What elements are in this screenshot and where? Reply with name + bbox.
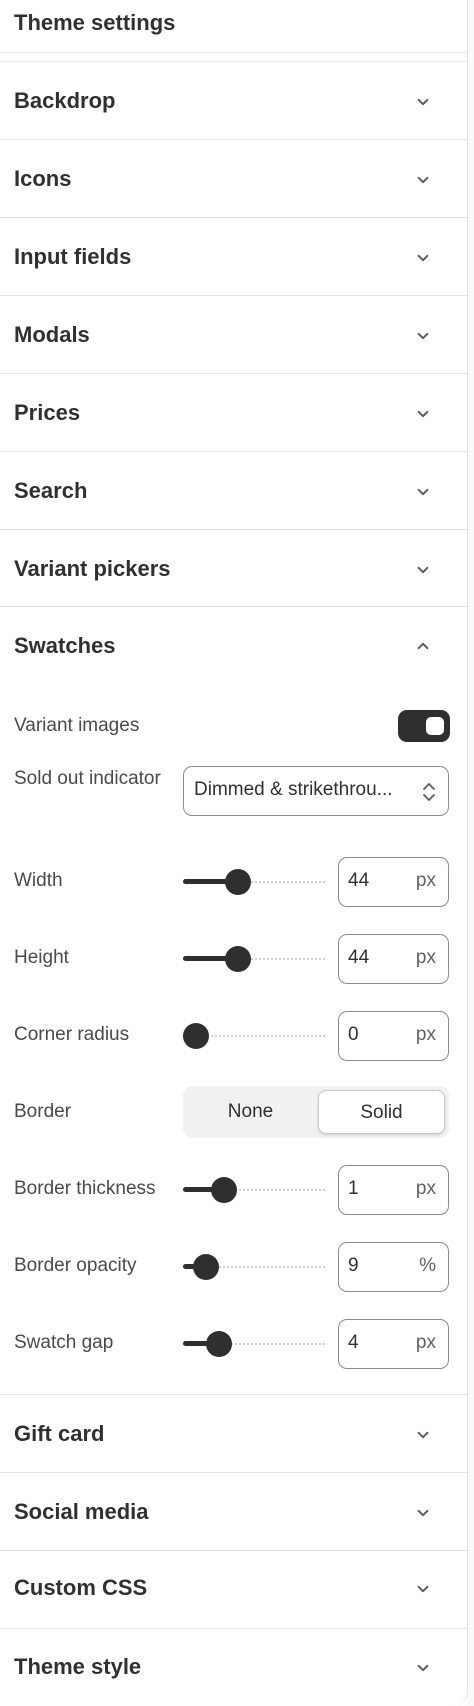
theme-settings-panel: Theme settings Backdrop Icons Input fiel… xyxy=(0,0,468,1706)
border-opacity-slider[interactable] xyxy=(183,1252,325,1282)
section-icons[interactable]: Icons xyxy=(0,140,467,218)
section-prices[interactable]: Prices xyxy=(0,374,467,452)
chevron-down-icon xyxy=(412,247,434,269)
slider-thumb[interactable] xyxy=(224,946,251,972)
chevron-down-icon xyxy=(412,1657,434,1679)
section-gift-card[interactable]: Gift card xyxy=(0,1395,467,1473)
swatch-gap-input[interactable]: 4 px xyxy=(338,1319,449,1369)
section-title: Swatches xyxy=(14,633,116,658)
border-opacity-label: Border opacity xyxy=(14,1255,137,1276)
chevron-down-icon xyxy=(412,1578,434,1600)
section-variant-pickers[interactable]: Variant pickers xyxy=(0,530,467,607)
corner-radius-label: Corner radius xyxy=(14,1024,130,1045)
height-label: Height xyxy=(14,947,69,968)
border-option-none[interactable]: None xyxy=(187,1090,314,1134)
border-label: Border xyxy=(14,1101,72,1122)
swatch-gap-unit: px xyxy=(415,1332,436,1353)
border-opacity-unit: % xyxy=(419,1255,436,1276)
sold-out-indicator-select[interactable]: Dimmed & strikethrou... xyxy=(183,766,449,816)
slider-thumb[interactable] xyxy=(183,1023,209,1049)
corner-radius-value: 0 xyxy=(348,1024,359,1045)
section-input-fields[interactable]: Input fields xyxy=(0,218,467,296)
height-unit: px xyxy=(415,947,436,968)
panel-title: Theme settings xyxy=(14,10,176,35)
width-value: 44 xyxy=(348,870,370,891)
panel-header: Theme settings xyxy=(0,0,467,53)
select-arrows-icon xyxy=(420,779,438,805)
section-title: Search xyxy=(14,478,88,503)
section-theme-style[interactable]: Theme style xyxy=(0,1629,467,1706)
swatch-gap-slider[interactable] xyxy=(183,1329,325,1359)
section-backdrop[interactable]: Backdrop xyxy=(0,62,467,140)
section-search[interactable]: Search xyxy=(0,452,467,530)
corner-radius-slider[interactable] xyxy=(183,1021,325,1051)
section-title: Modals xyxy=(14,322,90,347)
section-title: Icons xyxy=(14,166,72,191)
border-thickness-input[interactable]: 1 px xyxy=(338,1165,449,1215)
section-title: Prices xyxy=(14,400,81,425)
border-segmented-control: None Solid xyxy=(183,1086,449,1138)
scrollbar-track[interactable] xyxy=(468,0,474,1706)
chevron-down-icon xyxy=(412,91,434,113)
border-opacity-input[interactable]: 9 % xyxy=(338,1242,449,1292)
chevron-down-icon xyxy=(412,559,434,581)
sold-out-indicator-label: Sold out indicator xyxy=(14,768,161,789)
section-modals[interactable]: Modals xyxy=(0,296,467,374)
chevron-down-icon xyxy=(412,325,434,347)
width-unit: px xyxy=(415,870,436,891)
slider-thumb[interactable] xyxy=(206,1331,233,1357)
border-thickness-label: Border thickness xyxy=(14,1178,156,1199)
variant-images-label: Variant images xyxy=(14,715,140,736)
section-title: Theme style xyxy=(14,1654,142,1679)
section-social-media[interactable]: Social media xyxy=(0,1473,467,1551)
height-slider[interactable] xyxy=(183,944,325,974)
toggle-knob xyxy=(426,717,444,735)
border-opacity-value: 9 xyxy=(348,1255,359,1276)
variant-images-toggle[interactable] xyxy=(398,710,450,742)
chevron-up-icon xyxy=(412,635,434,657)
section-title: Gift card xyxy=(14,1421,105,1446)
slider-thumb[interactable] xyxy=(224,869,251,895)
chevron-down-icon xyxy=(412,403,434,425)
width-input[interactable]: 44 px xyxy=(338,857,449,907)
section-title: Variant pickers xyxy=(14,556,171,581)
chevron-down-icon xyxy=(412,1424,434,1446)
border-thickness-unit: px xyxy=(415,1178,436,1199)
corner-radius-unit: px xyxy=(415,1024,436,1045)
chevron-down-icon xyxy=(412,1502,434,1524)
section-title: Input fields xyxy=(14,244,132,269)
width-slider[interactable] xyxy=(183,867,325,897)
swatch-gap-label: Swatch gap xyxy=(14,1332,114,1353)
corner-radius-input[interactable]: 0 px xyxy=(338,1011,449,1061)
width-label: Width xyxy=(14,870,63,891)
slider-thumb[interactable] xyxy=(210,1177,237,1203)
chevron-down-icon xyxy=(412,169,434,191)
border-thickness-slider[interactable] xyxy=(183,1175,325,1205)
section-title: Backdrop xyxy=(14,88,116,113)
section-title: Custom CSS xyxy=(14,1575,148,1600)
chevron-down-icon xyxy=(412,481,434,503)
section-title: Social media xyxy=(14,1499,149,1524)
section-custom-css[interactable]: Custom CSS xyxy=(0,1551,467,1629)
border-option-solid[interactable]: Solid xyxy=(318,1090,445,1134)
swatch-gap-value: 4 xyxy=(348,1332,359,1353)
select-value: Dimmed & strikethrou... xyxy=(194,779,393,800)
height-input[interactable]: 44 px xyxy=(338,934,449,984)
height-value: 44 xyxy=(348,947,370,968)
border-thickness-value: 1 xyxy=(348,1178,359,1199)
slider-thumb[interactable] xyxy=(193,1254,220,1280)
section-swatches-header[interactable]: Swatches xyxy=(0,607,467,685)
